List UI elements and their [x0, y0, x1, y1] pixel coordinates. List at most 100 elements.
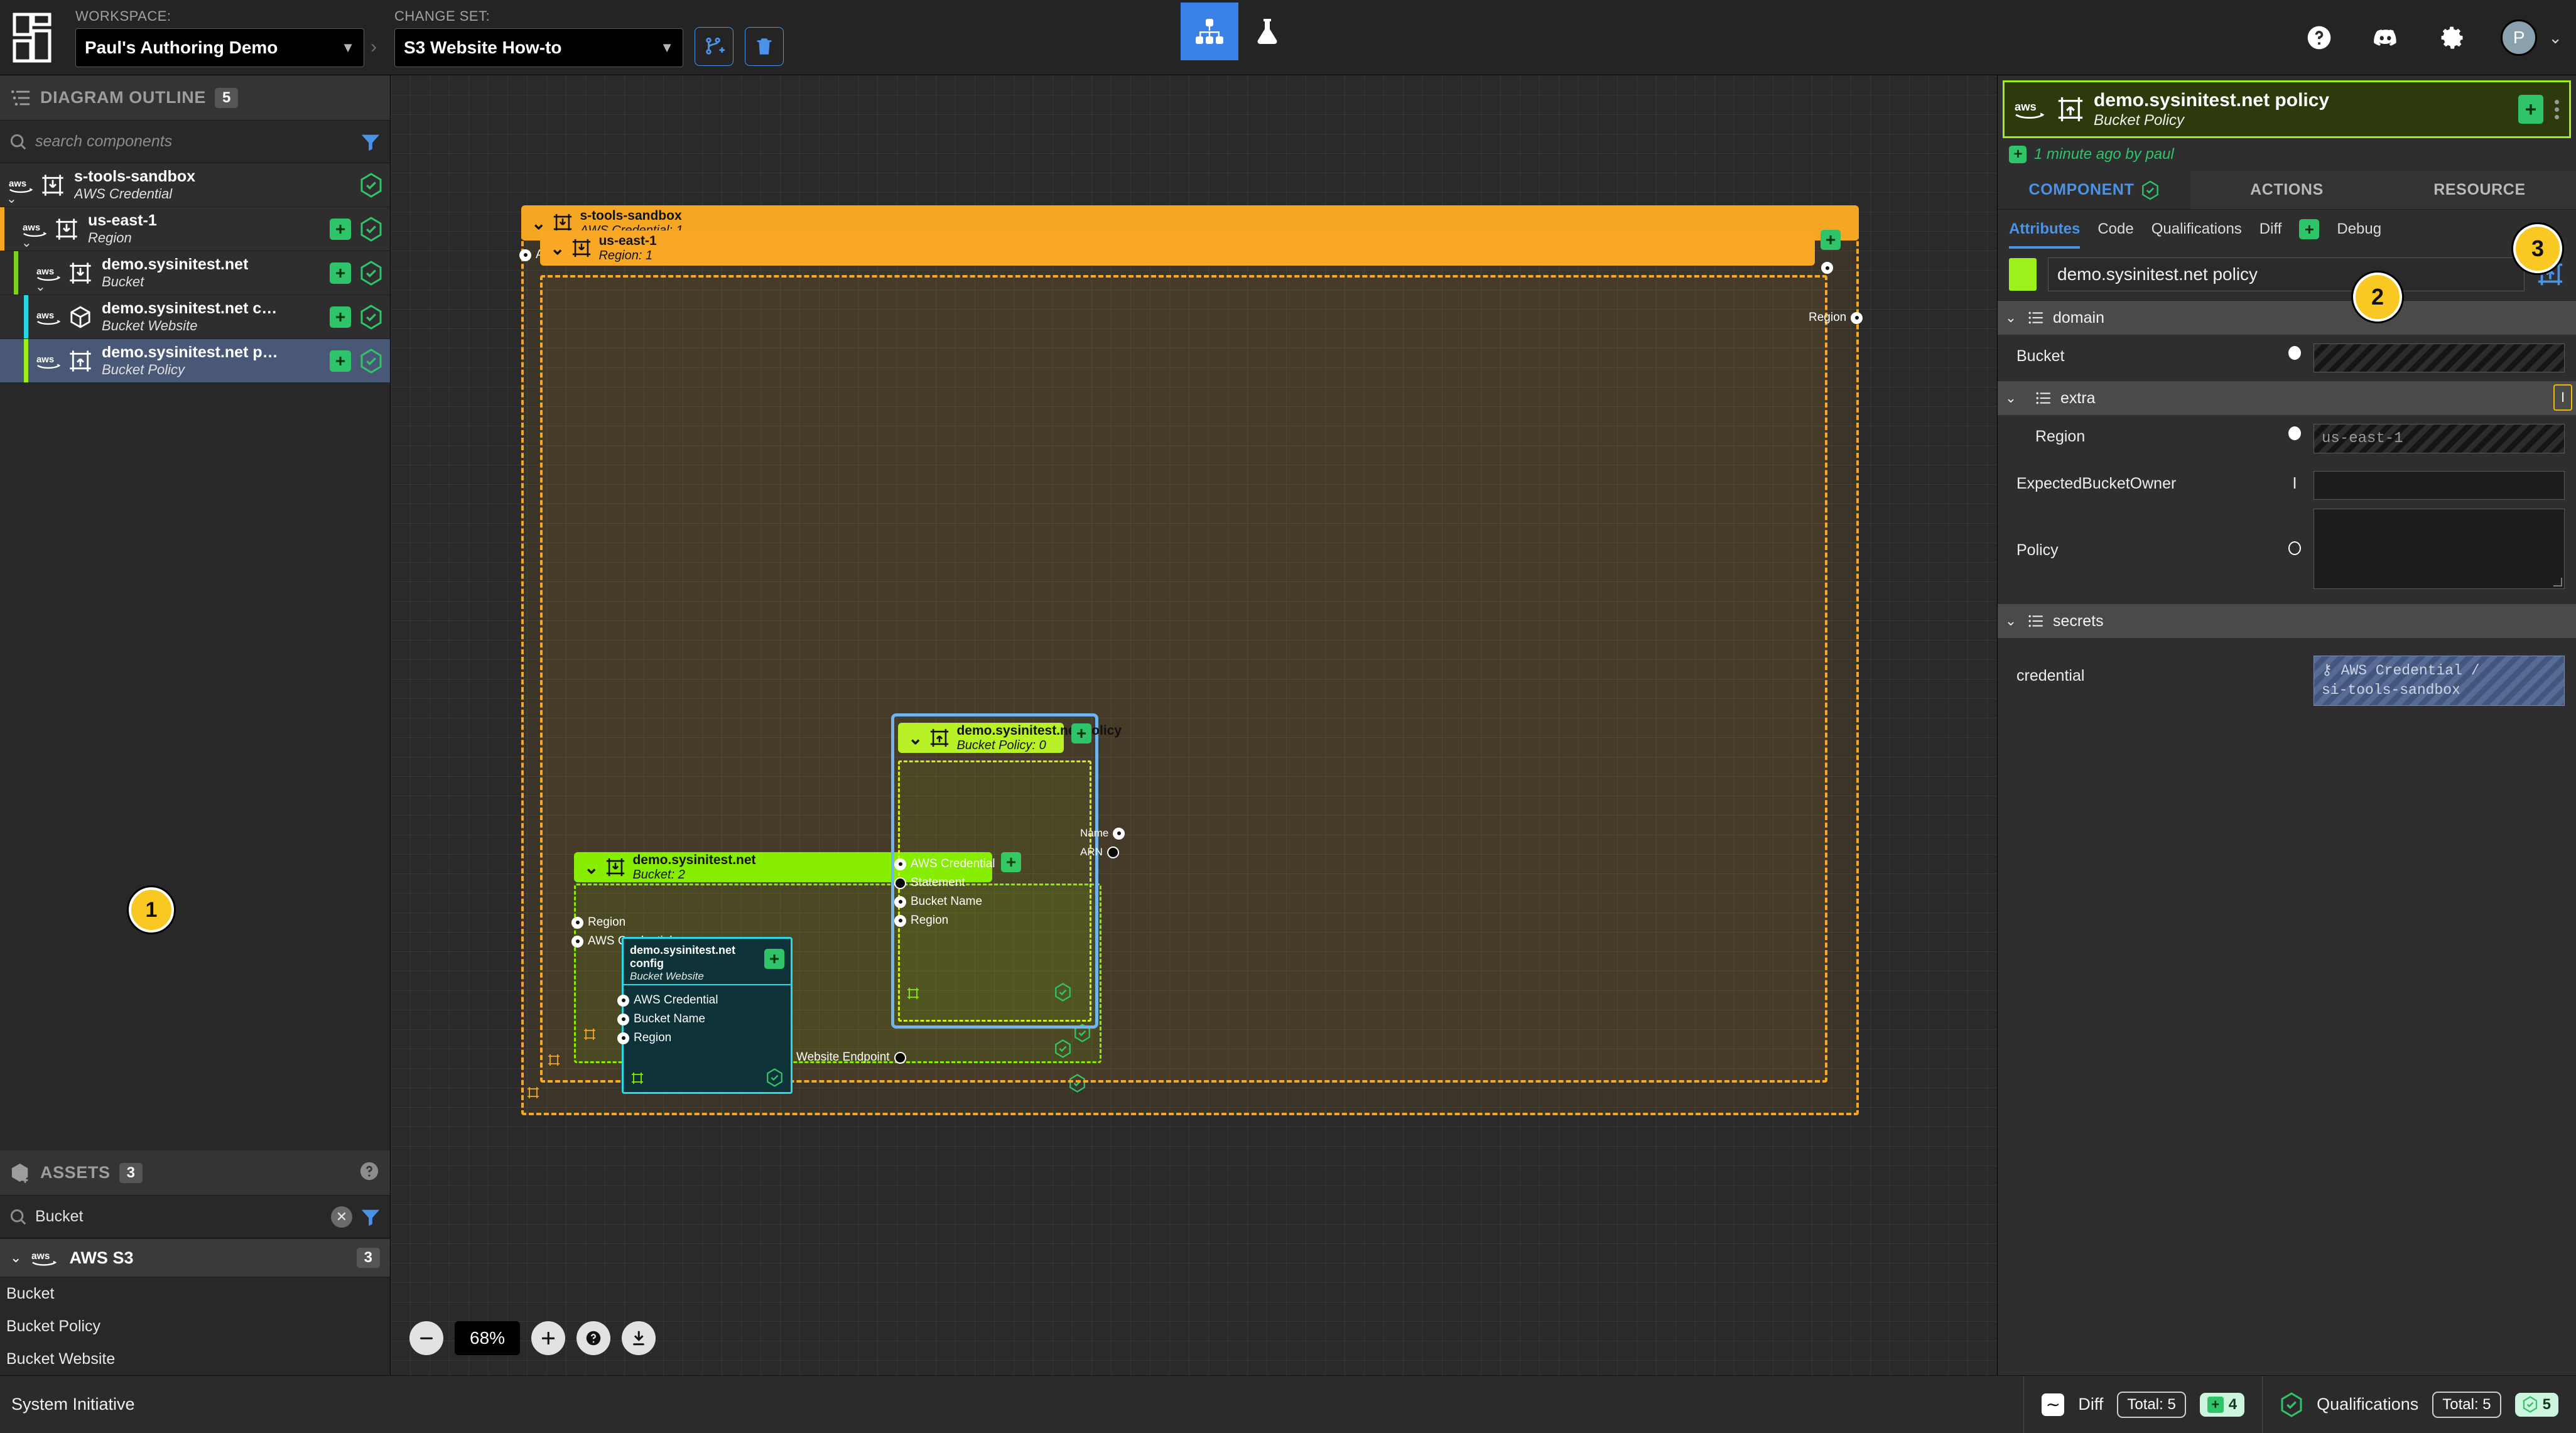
node-add-button[interactable]: +: [764, 949, 784, 969]
assets-item-bucket-policy[interactable]: Bucket Policy: [0, 1310, 390, 1343]
chevron-down-icon[interactable]: ⌄: [2548, 28, 2562, 48]
tab-component[interactable]: COMPONENT: [1998, 171, 2190, 209]
attr-value-bucket[interactable]: [2314, 343, 2565, 372]
attr-section-extra[interactable]: ⌄ extra I: [1998, 381, 2576, 415]
socket-policy-name[interactable]: Name: [1080, 827, 1125, 840]
outline-item-s-tools-sandbox[interactable]: ⌄ aws s-tools-sandbox AWS Credential: [0, 163, 390, 207]
status-qual-passed: 5: [2514, 1392, 2558, 1417]
lab-tool-button[interactable]: [1238, 3, 1296, 60]
outline-item-name: s-tools-sandbox: [74, 168, 196, 185]
attr-section-domain[interactable]: ⌄ domain: [1998, 301, 2576, 335]
kebab-menu-icon[interactable]: [2555, 99, 2559, 119]
chevron-down-icon[interactable]: ⌄: [2003, 390, 2019, 406]
outline-item-demo-config[interactable]: aws demo.sysinitest.net c… Bucket Websit…: [0, 295, 390, 339]
socket-policy-bucket-name[interactable]: Bucket Name: [894, 895, 982, 909]
assets-group-aws-s3[interactable]: ⌄ aws AWS S3 3: [0, 1238, 390, 1277]
subtab-qualifications[interactable]: Qualifications: [2151, 210, 2242, 249]
component-add-button[interactable]: +: [2518, 95, 2543, 124]
diagram-tool-button[interactable]: [1181, 3, 1238, 60]
assets-item-bucket-website[interactable]: Bucket Website: [0, 1343, 390, 1375]
system-initiative-logo[interactable]: [0, 0, 64, 75]
chevron-down-icon[interactable]: ⌄: [6, 191, 17, 207]
frame-header-us-east-1[interactable]: ⌄ us-east-1 Region: 1: [540, 230, 1815, 266]
zoom-level[interactable]: 68%: [455, 1321, 521, 1355]
socket-dot: [519, 249, 531, 261]
diff-added-icon: +: [2009, 146, 2027, 163]
component-name-input[interactable]: [2048, 257, 2525, 291]
changeset-field: CHANGE SET: S3 Website How-to ▼: [394, 8, 683, 67]
help-button[interactable]: [2301, 19, 2337, 56]
zoom-in-button[interactable]: [531, 1321, 566, 1355]
socket-bucket-region[interactable]: Region: [571, 916, 625, 929]
tab-actions[interactable]: ACTIONS: [2190, 171, 2383, 209]
status-qualifications-group[interactable]: Qualifications Total: 5 5: [2262, 1375, 2576, 1433]
component-tabs: COMPONENT ACTIONS RESOURCE: [1998, 171, 2576, 210]
subtab-debug[interactable]: Debug: [2337, 210, 2381, 249]
outline-item-us-east-1[interactable]: ⌄ aws us-east-1 Region +: [0, 207, 390, 251]
outline-add-icon[interactable]: +: [330, 218, 351, 240]
component-subtabs: Attributes Code Qualifications Diff + De…: [1998, 210, 2576, 249]
frame-name: demo.sysinitest.net: [632, 853, 756, 868]
changeset-select[interactable]: S3 Website How-to ▼: [394, 28, 683, 67]
socket-website-bucket-name[interactable]: Bucket Name: [617, 1012, 705, 1026]
attr-value-policy[interactable]: [2314, 509, 2565, 589]
credential-key-icon: ⚷: [2322, 662, 2341, 679]
outline-add-icon[interactable]: +: [330, 262, 351, 284]
chevron-down-icon[interactable]: ⌄: [21, 235, 32, 251]
canvas-help-button[interactable]: [576, 1321, 611, 1355]
socket-region-out-credential[interactable]: [1821, 262, 1833, 274]
frame-header-demo-policy[interactable]: ⌄ demo.sysinitest.net policy Bucket Poli…: [898, 723, 1122, 753]
assets-help-button[interactable]: [359, 1160, 380, 1185]
socket-region-out-region[interactable]: Region: [1809, 311, 1863, 325]
canvas-download-button[interactable]: [622, 1321, 656, 1355]
outline-add-icon[interactable]: +: [330, 350, 351, 372]
create-changeset-button[interactable]: [695, 26, 733, 66]
component-color-swatch[interactable]: [2009, 258, 2037, 291]
socket-dot: [1113, 827, 1125, 840]
outline-item-demo-bucket[interactable]: ⌄ aws demo.sysinitest.net Bucket +: [0, 251, 390, 295]
socket-label: Bucket Name: [911, 895, 983, 908]
assets-search-input[interactable]: [35, 1208, 323, 1226]
zoom-out-button[interactable]: [409, 1321, 443, 1355]
workspace-select[interactable]: Paul's Authoring Demo ▼: [75, 28, 364, 67]
frame-add-button-policy[interactable]: +: [1071, 723, 1091, 744]
frame-add-button-region[interactable]: +: [1821, 230, 1841, 250]
clear-x-icon[interactable]: ✕: [331, 1206, 352, 1228]
chevron-down-icon[interactable]: ⌄: [550, 238, 565, 259]
chevron-down-icon[interactable]: ⌄: [2003, 613, 2019, 629]
settings-button[interactable]: [2434, 19, 2470, 56]
attr-value-expected-bucket-owner[interactable]: [2314, 471, 2565, 500]
chevron-down-icon[interactable]: ⌄: [35, 279, 46, 295]
chevron-down-icon[interactable]: ⌄: [908, 728, 923, 749]
attr-value-credential[interactable]: ⚷ AWS Credential / si-tools-sandbox: [2314, 656, 2565, 706]
socket-policy-arn[interactable]: ARN: [1080, 846, 1119, 858]
attr-value-region[interactable]: us-east-1: [2314, 424, 2565, 453]
diagram-canvas[interactable]: ⌄ s-tools-sandbox AWS Credential: 1 AWS …: [391, 75, 1997, 1375]
socket-website-aws-credential[interactable]: AWS Credential: [617, 993, 718, 1007]
chevron-down-icon[interactable]: ⌄: [2003, 310, 2019, 326]
svg-text:aws: aws: [36, 310, 54, 320]
chevron-down-icon[interactable]: ⌄: [584, 857, 598, 878]
socket-label: Website Endpoint: [796, 1051, 890, 1064]
socket-policy-region[interactable]: Region: [894, 914, 948, 927]
outline-search-input[interactable]: [35, 132, 352, 151]
subtab-code[interactable]: Code: [2097, 210, 2133, 249]
socket-policy-aws-credential[interactable]: AWS Credential: [894, 857, 995, 871]
outline-item-demo-policy[interactable]: aws demo.sysinitest.net p… Bucket Policy…: [0, 339, 390, 383]
subtab-attributes[interactable]: Attributes: [2009, 210, 2081, 249]
socket-website-endpoint[interactable]: Website Endpoint: [796, 1051, 906, 1064]
tab-resource[interactable]: RESOURCE: [2383, 171, 2576, 209]
discord-button[interactable]: [2368, 19, 2404, 56]
outline-add-icon[interactable]: +: [330, 306, 351, 328]
avatar[interactable]: P: [2501, 19, 2538, 56]
socket-website-region[interactable]: Region: [617, 1031, 671, 1045]
filter-icon[interactable]: [360, 131, 381, 153]
assets-item-bucket[interactable]: Bucket: [0, 1277, 390, 1310]
delete-changeset-button[interactable]: [745, 26, 784, 66]
attr-section-secrets[interactable]: ⌄ secrets: [1998, 604, 2576, 638]
filter-icon[interactable]: [360, 1206, 381, 1228]
status-diff-group[interactable]: ∼ Diff Total: 5 + 4: [2023, 1375, 2262, 1433]
socket-policy-statement[interactable]: Statement: [894, 876, 965, 890]
subtab-diff[interactable]: Diff: [2259, 210, 2282, 249]
right-panel: aws demo.sysinitest.net policy Bucket Po…: [1997, 75, 2576, 1375]
